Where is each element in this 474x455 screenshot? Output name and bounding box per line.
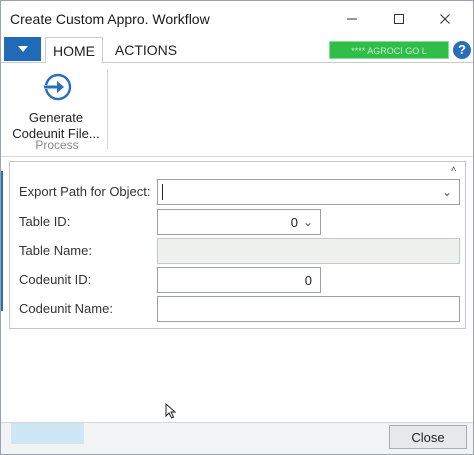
help-icon[interactable]: ?	[453, 41, 471, 59]
user-badge: **** AGROCI GO L	[329, 41, 449, 59]
text-cursor	[162, 184, 163, 200]
collapse-panel-icon[interactable]: ˄	[451, 164, 456, 174]
close-button[interactable]: Close	[389, 425, 467, 449]
minimize-button[interactable]	[329, 1, 375, 37]
ribbon-group-label: Process	[35, 138, 79, 152]
dialog-window: Create Custom Appro. Workflow HOME ACTIO…	[0, 0, 474, 455]
ribbon-group-divider	[107, 69, 108, 149]
table-id-dropdown[interactable]: 0 ⌄	[157, 209, 321, 235]
title-bar: Create Custom Appro. Workflow	[1, 1, 473, 37]
codeunit-id-input[interactable]: 0	[157, 267, 321, 293]
close-window-button[interactable]	[422, 1, 468, 37]
caret-down-icon	[17, 46, 28, 52]
ribbon: Generate Codeunit File... Process	[1, 62, 473, 157]
close-icon	[440, 14, 450, 24]
export-path-dropdown[interactable]: ⌄	[157, 179, 460, 205]
table-id-label: Table ID:	[19, 214, 71, 229]
table-name-label: Table Name:	[19, 243, 92, 258]
mouse-pointer-icon	[165, 403, 177, 419]
chevron-down-icon[interactable]: ⌄	[442, 185, 452, 199]
maximize-button[interactable]	[376, 1, 422, 37]
tab-home[interactable]: HOME	[45, 37, 103, 63]
generate-codeunit-file-button[interactable]: Generate Codeunit File...	[9, 69, 101, 141]
tab-actions[interactable]: ACTIONS	[111, 37, 181, 63]
window-title: Create Custom Appro. Workflow	[10, 11, 210, 27]
arrow-right-circle-icon	[43, 73, 72, 101]
left-accent-strip	[1, 171, 3, 311]
codeunit-id-value: 0	[304, 273, 312, 288]
chevron-down-icon[interactable]: ⌄	[303, 215, 313, 229]
app-menu-button[interactable]	[4, 37, 41, 61]
table-id-value: 0	[290, 215, 298, 230]
export-path-label: Export Path for Object:	[19, 184, 151, 199]
codeunit-id-label: Codeunit ID:	[19, 272, 92, 287]
codeunit-name-label: Codeunit Name:	[19, 301, 113, 316]
status-indicator	[11, 423, 84, 444]
codeunit-name-input[interactable]	[157, 296, 460, 322]
minimize-icon	[347, 18, 357, 20]
maximize-icon	[394, 14, 404, 24]
generate-label-line1: Generate	[28, 110, 84, 125]
table-name-field	[157, 238, 460, 264]
